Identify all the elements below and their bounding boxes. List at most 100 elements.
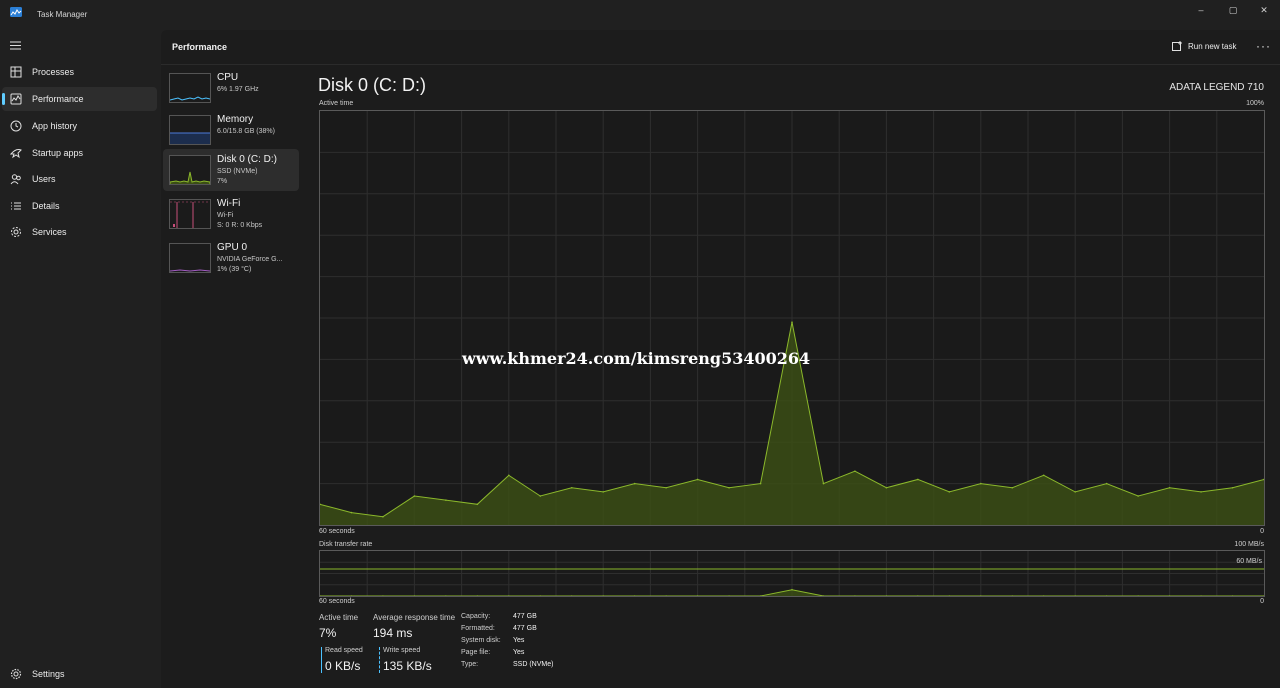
device-detail: SSD (NVMe) bbox=[217, 168, 258, 175]
data-point bbox=[791, 588, 793, 591]
sidebar-item-performance[interactable]: Performance bbox=[2, 87, 157, 111]
data-point bbox=[948, 491, 951, 493]
data-point bbox=[350, 511, 353, 514]
active-time-chart bbox=[319, 110, 1265, 526]
sidebar-nav: Processes Performance App history Startu… bbox=[0, 30, 161, 688]
data-point bbox=[885, 486, 888, 489]
data-point bbox=[508, 474, 510, 477]
data-point bbox=[413, 595, 416, 597]
data-point bbox=[980, 595, 982, 597]
data-point bbox=[1042, 474, 1045, 477]
data-point bbox=[696, 478, 699, 481]
data-point bbox=[759, 482, 762, 485]
device-item-gpu[interactable]: GPU 0 NVIDIA GeForce G... 1% (39 °C) bbox=[163, 237, 299, 279]
read-speed-value: 0 KB/s bbox=[325, 659, 361, 673]
transfer-rate-graph-label: Disk transfer rate bbox=[319, 541, 373, 548]
data-point bbox=[476, 503, 479, 506]
device-detail: 6.0/15.8 GB (38%) bbox=[217, 128, 275, 135]
hamburger-menu-icon[interactable] bbox=[10, 41, 21, 50]
data-point bbox=[570, 486, 573, 489]
data-point bbox=[1074, 491, 1076, 493]
property-key: Page file: bbox=[461, 649, 491, 656]
response-time-stat-value: 194 ms bbox=[373, 626, 413, 640]
device-item-wifi[interactable]: Wi-Fi Wi-Fi S: 0 R: 0 Kbps bbox=[163, 193, 299, 235]
device-detail: 6% 1.97 GHz bbox=[217, 86, 259, 93]
services-icon bbox=[11, 227, 21, 237]
disk-title: Disk 0 (C: D:) bbox=[318, 75, 426, 95]
data-point bbox=[665, 486, 667, 489]
page-title: Performance bbox=[172, 42, 228, 52]
settings-gear-icon bbox=[10, 668, 22, 680]
data-point bbox=[980, 482, 982, 485]
minimize-button[interactable]: – bbox=[1188, 3, 1214, 17]
data-point bbox=[1137, 495, 1139, 497]
property-value: SSD (NVMe) bbox=[513, 661, 554, 668]
run-new-task-label: Run new task bbox=[1188, 42, 1237, 51]
disk-model: ADATA LEGEND 710 bbox=[1169, 82, 1264, 93]
startup-icon bbox=[10, 149, 22, 159]
device-name: CPU bbox=[217, 72, 239, 83]
transfer-rate-min-label: 0 bbox=[1260, 598, 1264, 605]
data-point bbox=[445, 499, 447, 501]
maximize-button[interactable]: ▢ bbox=[1220, 3, 1246, 17]
sidebar-item-settings[interactable]: Settings bbox=[2, 662, 157, 686]
write-speed-label: Write speed bbox=[383, 647, 421, 654]
device-item-memory[interactable]: Memory 6.0/15.8 GB (38%) bbox=[163, 109, 299, 151]
sidebar-item-label: Services bbox=[32, 227, 67, 237]
sidebar-item-app-history[interactable]: App history bbox=[2, 114, 157, 138]
data-point bbox=[759, 595, 762, 597]
property-key: Capacity: bbox=[461, 613, 491, 620]
data-point bbox=[1168, 486, 1171, 489]
run-task-icon bbox=[1172, 41, 1182, 51]
transfer-rate-chart bbox=[319, 550, 1265, 597]
device-thumbnail bbox=[169, 155, 211, 185]
device-detail: Wi-Fi bbox=[217, 212, 234, 219]
sidebar-item-startup-apps[interactable]: Startup apps bbox=[2, 141, 157, 165]
window-title: Task Manager bbox=[37, 10, 88, 19]
device-throughput: S: 0 R: 0 Kbps bbox=[217, 222, 263, 229]
data-point bbox=[1074, 595, 1076, 597]
device-list: CPU 6% 1.97 GHz Memory 6.0/15.8 GB (38%)… bbox=[161, 65, 301, 688]
history-icon bbox=[10, 120, 22, 132]
data-point bbox=[728, 486, 730, 489]
data-point bbox=[508, 595, 510, 597]
watermark-text: www.khmer24.com/kimsreng53400264 bbox=[462, 349, 811, 368]
data-point bbox=[539, 595, 542, 597]
data-point bbox=[1137, 595, 1139, 597]
device-thumbnail bbox=[169, 73, 211, 103]
sidebar-item-details[interactable]: Details bbox=[2, 194, 157, 218]
device-item-cpu[interactable]: CPU 6% 1.97 GHz bbox=[163, 67, 299, 109]
device-thumbnail bbox=[169, 115, 211, 145]
close-button[interactable]: ✕ bbox=[1251, 3, 1277, 17]
settings-label: Settings bbox=[32, 669, 65, 679]
sidebar-item-label: Performance bbox=[32, 94, 84, 104]
sidebar-item-services[interactable]: Services bbox=[2, 220, 157, 244]
data-point bbox=[1042, 595, 1045, 597]
more-options-button[interactable]: ··· bbox=[1256, 39, 1271, 53]
active-time-duration-label: 60 seconds bbox=[319, 528, 355, 535]
page-header: Performance Run new task ··· bbox=[161, 30, 1280, 65]
data-point bbox=[1231, 595, 1234, 597]
data-point bbox=[382, 595, 384, 597]
data-point bbox=[696, 595, 699, 597]
sidebar-item-processes[interactable]: Processes bbox=[2, 60, 157, 84]
sidebar-item-label: Users bbox=[32, 174, 56, 184]
performance-icon bbox=[10, 93, 22, 105]
device-detail: NVIDIA GeForce G... bbox=[217, 256, 283, 263]
device-item-disk[interactable]: Disk 0 (C: D:) SSD (NVMe) 7% bbox=[163, 149, 299, 191]
users-icon bbox=[10, 174, 21, 185]
property-key: Formatted: bbox=[461, 625, 495, 632]
data-point bbox=[350, 595, 353, 597]
sidebar-item-users[interactable]: Users bbox=[2, 167, 157, 191]
response-time-stat-label: Average response time bbox=[373, 613, 456, 622]
data-point bbox=[476, 595, 479, 597]
transfer-rate-max-label: 100 MB/s bbox=[1234, 541, 1264, 548]
device-thumbnail bbox=[169, 243, 211, 273]
data-point bbox=[1105, 595, 1108, 597]
data-point bbox=[602, 491, 604, 493]
data-point bbox=[1231, 486, 1234, 489]
property-value: 477 GB bbox=[513, 613, 537, 620]
data-point bbox=[1011, 486, 1014, 489]
title-bar: Task Manager – ▢ ✕ bbox=[0, 0, 1280, 30]
data-point bbox=[917, 478, 919, 481]
